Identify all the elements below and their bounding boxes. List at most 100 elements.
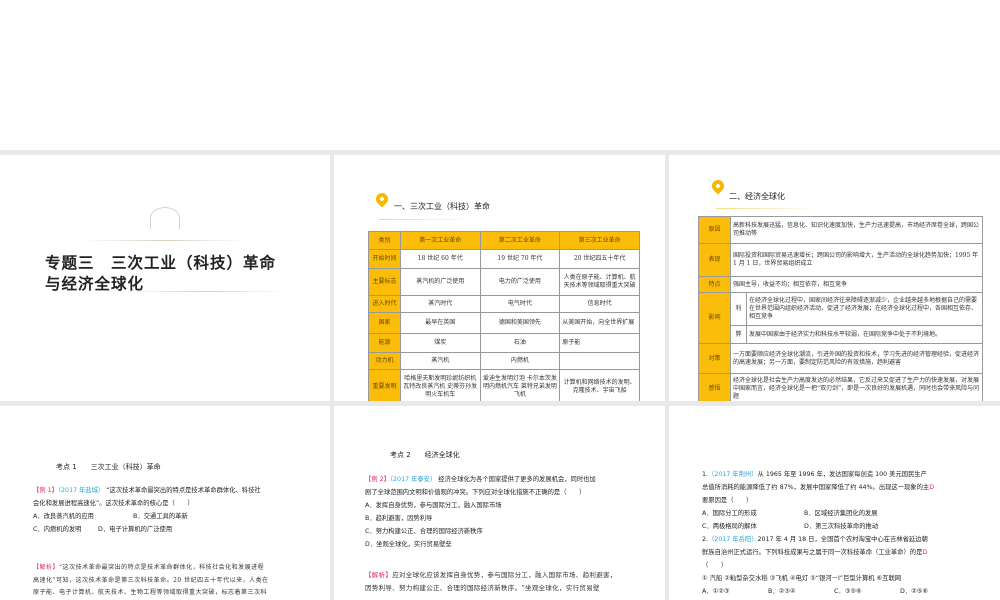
analysis-text: 因势利导、努力构建公正、合理的国际经济新秩序。“坐观全球化，实行贸易壁 [365, 583, 600, 592]
option-c: C．内燃机的发明 [33, 526, 82, 533]
row-label: 开始时间 [368, 249, 401, 269]
question-text: 从 1965 年至 1996 年，发达国家每创造 100 美元国民生产 [757, 471, 927, 478]
location-pin-icon [373, 190, 391, 208]
option-a: A．国际分工的形成 [702, 510, 757, 517]
row-label: 感悟 [698, 373, 731, 401]
question-text: “这次技术革命最突出的特点是技术革命群体化、科技社 [106, 487, 261, 494]
cell: 计算机和网络技术的发明、克隆技术、宇宙飞船 [559, 369, 640, 401]
sub-label: 利 [730, 292, 747, 326]
table-row: 开始时间 18 世纪 60 年代 19 世纪 70 年代 20 世纪四五十年代 [368, 249, 640, 269]
cell: 信息时代 [559, 295, 640, 313]
cell: 在经济全球化过程中，国家间经济往来障碍逐渐减少，企业越来越多地根据自己的需要在世… [746, 292, 983, 326]
table-row: 能源 煤炭 石油 原子能 [368, 333, 640, 353]
location-pin-icon [709, 177, 727, 195]
table-row: 主要标志 蒸汽机的广泛使用 电力的广泛使用 人类在原子能、计算机、航天技术等领域取得重… [368, 268, 640, 296]
slide-industrial-revolutions[interactable]: 一、三次工业（科技）革命 类别 第一次工业革命 第二次工业革命 第三次工业革命 … [334, 155, 665, 401]
option-d: D．电子计算机的广泛使用 [98, 526, 173, 533]
option-b: B．趋利避害，因势利导 [365, 515, 433, 522]
source-tag: （2017 年泰安） [389, 476, 437, 483]
table-row: 国家 最早在英国 德国和美国领先 从美国开始，向全世界扩展 [368, 312, 640, 334]
ornament-line [80, 240, 250, 241]
cell: 18 世纪 60 年代 [399, 249, 481, 269]
option-c: C．③⑤⑥ [834, 588, 862, 595]
table-row: 影响利在经济全球化过程中，国家间经济往来障碍逐渐减少，企业越来越多地根据自己的需… [698, 292, 983, 344]
cell: 强国主导，收益不均；相互依存，相互竞争 [730, 276, 983, 293]
option-a: A．发挥自身优势，参与国际分工，融入国际市场 [365, 502, 502, 509]
row-label: 表现 [698, 243, 731, 277]
ornament-line-bottom [120, 291, 290, 292]
cell: 电气时代 [479, 295, 561, 313]
question-text: 经济全球化为各个国家提供了更多的发展机会，同时也加 [438, 476, 596, 483]
row-label: 动力机 [368, 352, 401, 370]
cell [559, 352, 640, 370]
header-cell: 类别 [368, 231, 401, 250]
section-title: 一、三次工业（科技）革命 [394, 202, 490, 211]
cell: 经济全球化是社会生产力高度发达的必然结果，它反过来又促进了生产力的快速发展，对发… [730, 373, 983, 401]
items-list: ① 汽船 ②籼型杂交水稻 ③飞机 ④电灯 ⑤“银河－Ⅰ”巨型计算机 ⑥互联网 [702, 575, 902, 582]
example-tag: 【例 1】 [33, 487, 58, 494]
question: 【例 2】（2017 年泰安） 经济全球化为各个国家提供了更多的发展机会，同时也… [365, 473, 655, 551]
table-row: 进入时代 蒸汽时代 电气时代 信息时代 [368, 295, 640, 313]
answer-mark: D [922, 549, 928, 556]
row-label: 原因 [698, 216, 731, 244]
cell: 高新科技发展迅猛，信息化、知识化速度加快，生产力迅速提高，市场经济席卷全球，跨国… [730, 216, 983, 244]
globalization-table: 原因 高新科技发展迅猛，信息化、知识化速度加快，生产力迅速提高，市场经济席卷全球，… [698, 216, 983, 401]
table-row: 表现 国际投资和国际贸易迅速增长；跨国公司的影响增大，生产活动的全球化趋势加快；1… [698, 243, 983, 277]
table-row: 感悟 经济全球化是社会生产力高度发达的必然结果，它反过来又促进了生产力的快速发展，… [698, 373, 983, 401]
blank-top-area [0, 0, 1000, 150]
cell: 原子能 [559, 333, 640, 353]
table-row: 特点 强国主导，收益不均；相互依存，相互竞争 [698, 276, 983, 293]
question-text: 要原因是（ ） [702, 497, 753, 504]
table-row: 对策 一方面要顺应经济全球化潮流，引进外国的投资和技术，学习先进的经济管理经验，促… [698, 343, 983, 374]
cell: 20 世纪四五十年代 [559, 249, 640, 269]
cell: 煤炭 [399, 333, 481, 353]
question-text: 鲜族自治州正式运行。下列科技成果与之属于同一次科技革命（工业革命）的是 [702, 549, 923, 556]
option-c: C．两极格局的解体 [702, 523, 757, 530]
slide-exercises[interactable]: 1.（2017 年荆州）从 1965 年至 1996 年，发达国家每创造 100… [669, 406, 1000, 600]
cell: 从美国开始，向全世界扩展 [559, 312, 640, 334]
slide-example-1[interactable]: 考点 1 三次工业（科技）革命 【例 1】（2017 年盐城） “这次技术革命最… [0, 406, 330, 600]
cell: 石油 [479, 333, 561, 353]
table-row: 原因 高新科技发展迅猛，信息化、知识化速度加快，生产力迅速提高，市场经济席卷全球，… [698, 216, 983, 244]
slide-title[interactable]: 专题三 三次工业（科技）革命 与经济全球化 [0, 155, 330, 401]
option-b: B．②③④ [768, 588, 796, 595]
slide-title-text: 专题三 三次工业（科技）革命 与经济全球化 [45, 252, 276, 294]
source-tag: （2017 年荆州） [708, 471, 758, 478]
slide-example-2[interactable]: 考点 2 经济全球化 【例 2】（2017 年泰安） 经济全球化为各个国家提供了… [334, 406, 665, 600]
ornament-top-icon [150, 207, 180, 229]
option-d: D．②⑤⑥ [900, 588, 929, 595]
cell: 蒸汽机的广泛使用 [399, 268, 481, 296]
cell: 蒸汽机 [399, 352, 481, 370]
section-underline [716, 208, 821, 209]
cell: 19 世纪 70 年代 [479, 249, 561, 269]
analysis: 【解析】“这次技术革命最突出的特点是技术革命群体化，科技社会化和发展进程 高速化… [33, 562, 323, 600]
cell: 人类在原子能、计算机、航天技术等领域取得重大突破 [559, 268, 640, 296]
table-header-row: 类别 第一次工业革命 第二次工业革命 第三次工业革命 [368, 231, 640, 250]
cell: 发展中国家由于经济实力和科技水平较弱，在国际竞争中处于不利境地。 [746, 325, 983, 344]
header-cell: 第三次工业革命 [559, 231, 640, 250]
cell: 最早在英国 [399, 312, 481, 334]
option-a: A．改良蒸汽机的应用 [33, 513, 94, 520]
option-d: D．第三次科技革命的推动 [804, 523, 879, 530]
analysis-text: 应对全球化应该发挥自身优势，参与国际分工，融入国际市场、趋利避害， [392, 571, 617, 579]
header-cell: 第二次工业革命 [479, 231, 561, 250]
analysis-tag: 【解析】 [33, 564, 60, 571]
row-label: 影响 [698, 292, 731, 344]
answer-mark: D [929, 484, 935, 491]
revolutions-table: 类别 第一次工业革命 第二次工业革命 第三次工业革命 开始时间 18 世纪 60 … [368, 231, 640, 401]
analysis: 【解析】应对全球化应该发挥自身优势，参与国际分工，融入国际市场、趋利避害， 因势… [365, 569, 663, 594]
row-label: 主要标志 [368, 268, 401, 296]
example-tag: 【例 2】 [365, 476, 390, 483]
question-text: （ ） [702, 562, 728, 569]
row-label: 特点 [698, 276, 731, 293]
slide-globalization[interactable]: 二、经济全球化 原因 高新科技发展迅猛，信息化、知识化速度加快，生产力迅速提高，市… [669, 155, 1000, 401]
analysis-text: “这次技术革命最突出的特点是技术革命群体化，科技社会化和发展进程 [59, 564, 265, 571]
cell: 国际投资和国际贸易迅速增长；跨国公司的影响增大，生产活动的全球化趋势加快；199… [730, 243, 983, 277]
topic-heading: 考点 2 经济全球化 [390, 451, 460, 459]
section-underline [379, 219, 479, 220]
sub-label: 弊 [730, 325, 747, 344]
row-label: 重要发明 [368, 369, 401, 401]
option-d: D．坐观全球化，实行贸易壁垒 [365, 541, 452, 548]
cell: 蒸汽时代 [399, 295, 481, 313]
title-line-1: 专题三 三次工业（科技）革命 [45, 253, 277, 272]
